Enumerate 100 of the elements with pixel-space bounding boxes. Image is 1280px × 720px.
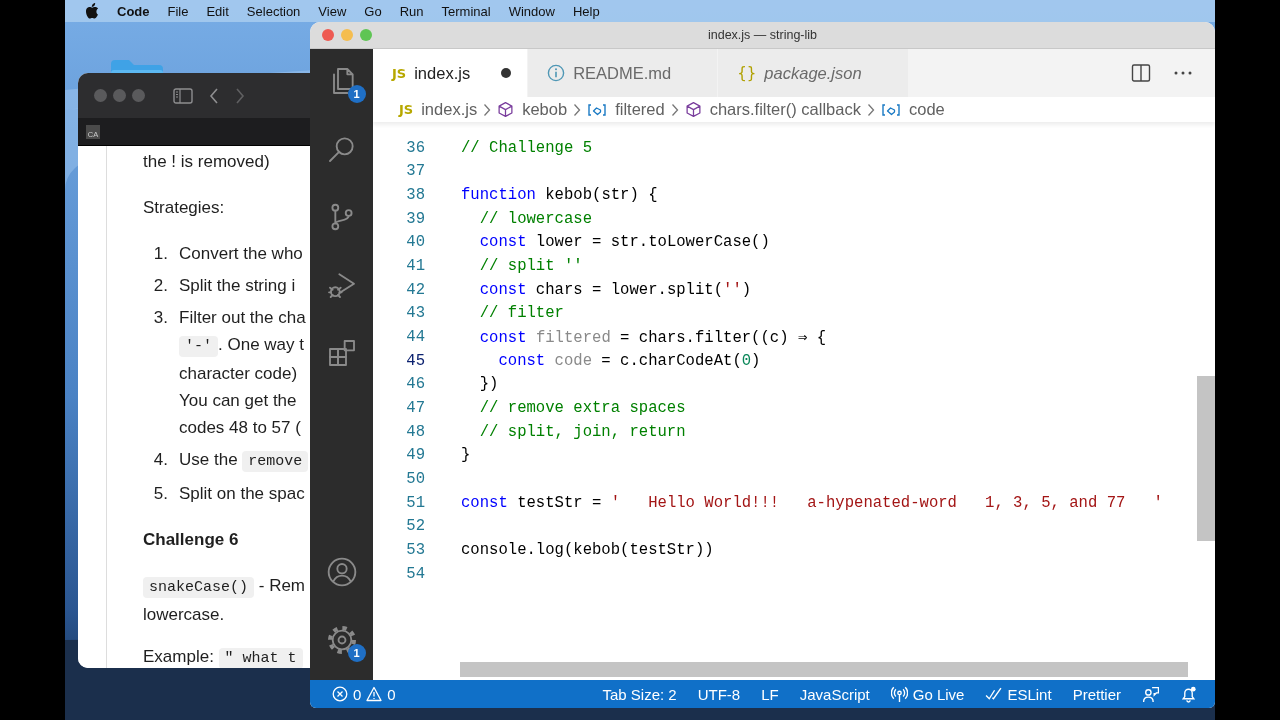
inline-code: " what t — [218, 647, 303, 668]
bell-icon[interactable] — [1180, 685, 1197, 703]
warning-icon — [366, 686, 383, 702]
menu-item[interactable]: File — [167, 3, 189, 19]
menu-item[interactable]: Selection — [246, 3, 301, 19]
line-number: 54 — [405, 564, 425, 583]
chevron-icon — [483, 102, 492, 117]
breadcrumb-item[interactable]: chars.filter() callback — [684, 100, 861, 119]
settings-icon[interactable] — [325, 624, 358, 656]
text: Split on the spac — [179, 483, 305, 503]
text: Split the string i — [179, 275, 296, 295]
text: . One way t — [218, 334, 304, 354]
menu-item[interactable]: Edit — [206, 3, 229, 19]
line-number: 53 — [405, 541, 425, 559]
line-number: 47 — [405, 399, 425, 418]
code-line: const filtered = chars.filter((c) ⇒ { — [478, 327, 826, 347]
code-line: // Challenge 5 — [461, 138, 592, 157]
broadcast-icon — [890, 685, 908, 703]
breadcrumb-item[interactable]: kebob — [497, 100, 568, 119]
apple-icon[interactable] — [85, 3, 99, 19]
chevron-icon — [573, 102, 582, 117]
cube-icon — [497, 101, 515, 118]
line-number: 50 — [405, 470, 425, 488]
menu-item[interactable]: Go — [364, 3, 382, 19]
info-icon — [547, 64, 566, 82]
close-button[interactable] — [322, 29, 334, 41]
horizontal-scrollbar[interactable] — [460, 662, 1188, 677]
variable-icon — [587, 101, 608, 118]
code-line: // remove extra spaces — [478, 399, 686, 418]
menu-item[interactable]: View — [318, 3, 347, 19]
inline-code: '-' — [179, 335, 218, 357]
list-number: 1. — [152, 242, 168, 265]
problems-button[interactable]: 0 0 — [332, 685, 396, 703]
line-number: 46 — [405, 375, 425, 394]
cube-icon — [684, 101, 702, 118]
menu-item[interactable]: Window — [508, 3, 555, 19]
chevron-icon — [670, 102, 679, 117]
status-item[interactable]: JavaScript — [799, 685, 870, 703]
json-file-icon: {} — [737, 64, 757, 82]
text: codes 48 to 57 ( — [179, 417, 301, 437]
status-item[interactable]: LF — [761, 685, 779, 703]
text: You can get the — [179, 390, 297, 410]
code-line: } — [461, 446, 471, 465]
line-number: 38 — [405, 186, 425, 205]
line-number: 44 — [405, 328, 425, 347]
status-item[interactable]: Prettier — [1072, 685, 1121, 703]
code-line: const lower = str.toLowerCase() — [478, 233, 770, 252]
line-number: 39 — [405, 209, 425, 228]
text: lowercase. — [143, 604, 225, 624]
text: Convert the who — [179, 243, 303, 263]
text: Example: — [143, 646, 215, 666]
editor-tab[interactable]: {} package.json — [718, 49, 909, 97]
window-title: index.js — string-lib — [707, 28, 818, 42]
code-line: const chars = lower.split('') — [478, 280, 752, 299]
text: Use the — [179, 449, 239, 469]
menu-item[interactable]: Run — [399, 3, 424, 19]
inline-code: remove — [242, 450, 309, 472]
line-number: 36 — [405, 138, 425, 157]
code-line: const code = c.charCodeAt(0) — [497, 351, 761, 370]
list-number: 4. — [152, 448, 168, 471]
split-editor-icon[interactable] — [1131, 63, 1151, 83]
menu-item[interactable]: Help — [572, 3, 600, 19]
line-number: 48 — [405, 422, 425, 441]
notification-count: 1 — [347, 85, 366, 103]
line-number: 41 — [405, 257, 425, 276]
js-file-icon: JS — [399, 102, 414, 117]
js-file-icon: JS — [392, 65, 407, 81]
text: - Rem — [257, 575, 306, 595]
chevron-icon — [866, 102, 875, 117]
back-icon[interactable] — [209, 87, 219, 104]
vertical-scrollbar[interactable] — [1197, 376, 1215, 541]
inline-code: snakeCase() — [143, 576, 255, 598]
notification-count: 1 — [347, 644, 366, 662]
list-number: 3. — [152, 306, 168, 329]
variable-icon — [880, 101, 901, 118]
list-number: 5. — [152, 482, 168, 505]
forward-icon[interactable] — [235, 87, 245, 104]
editor-tab[interactable]: JS index.js — [373, 49, 529, 97]
breadcrumb-item[interactable]: filtered — [587, 100, 665, 119]
breadcrumb-item[interactable]: JS index.js — [399, 100, 478, 119]
text: character code) — [179, 363, 298, 383]
sidebar-icon[interactable] — [173, 87, 193, 104]
error-icon — [332, 686, 348, 702]
status-item[interactable]: UTF-8 — [697, 685, 741, 703]
code-line: // filter — [478, 304, 564, 323]
line-number: 43 — [405, 304, 425, 323]
account-icon[interactable] — [325, 556, 358, 588]
status-item[interactable]: Tab Size: 2 — [602, 685, 677, 703]
status-item[interactable]: ESLint — [985, 685, 1052, 703]
menu-item[interactable]: Terminal — [441, 3, 491, 19]
line-number: 37 — [405, 162, 425, 181]
breadcrumb-item[interactable]: code — [880, 100, 945, 119]
line-number: 49 — [405, 446, 425, 465]
status-item[interactable]: Go Live — [890, 685, 965, 703]
code-line: const testStr = ' Hello World!!! a-hypenated-word 1, 3, 5, and 77 ' — [461, 493, 1163, 512]
feedback-icon[interactable] — [1142, 685, 1159, 703]
more-icon[interactable] — [1173, 70, 1193, 76]
editor-tab[interactable]: README.md — [528, 49, 719, 97]
app-menu[interactable]: Code — [117, 3, 150, 19]
code-line: // split '' — [478, 257, 583, 276]
